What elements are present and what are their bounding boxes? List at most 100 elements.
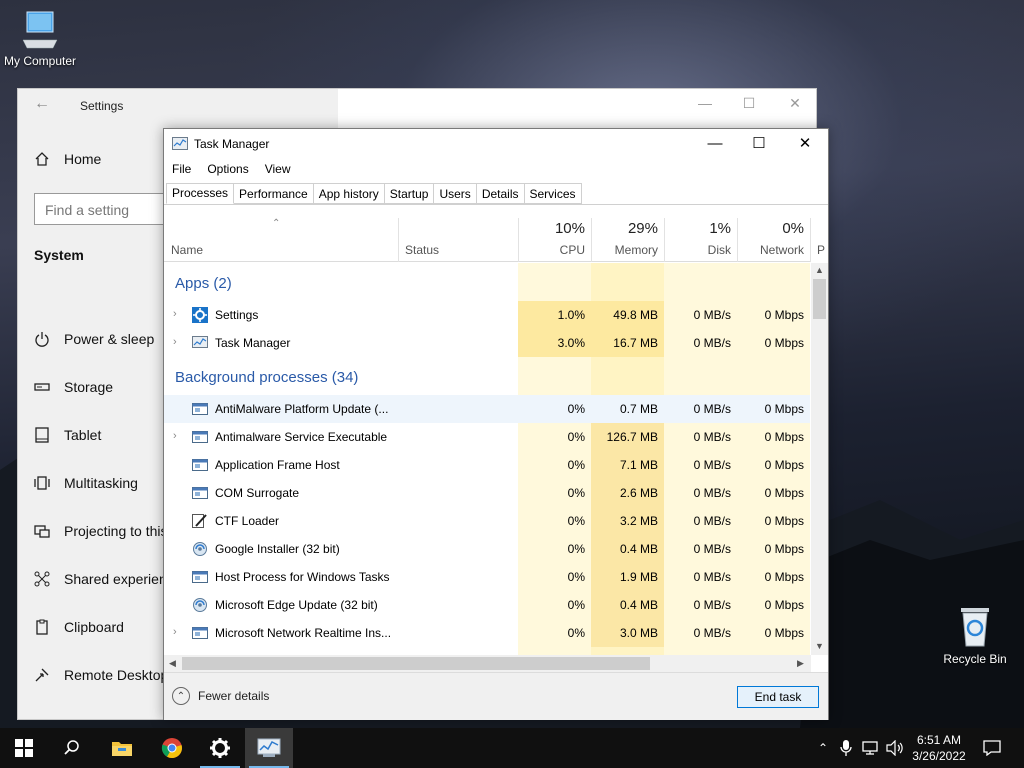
- chevron-right-icon[interactable]: ›: [173, 626, 177, 638]
- close-button[interactable]: ✕: [782, 133, 828, 155]
- shared-icon: [34, 571, 50, 587]
- minimize-button[interactable]: —: [690, 95, 720, 111]
- settings-home-link[interactable]: Home: [34, 151, 101, 167]
- process-disk: 0 MB/s: [693, 402, 731, 416]
- tab-users[interactable]: Users: [434, 183, 477, 204]
- tab-services[interactable]: Services: [524, 183, 582, 204]
- settings-menu-projecting[interactable]: Projecting to this PC: [34, 507, 174, 555]
- vertical-scroll-thumb[interactable]: [813, 279, 826, 319]
- settings-gear-icon: [192, 307, 208, 323]
- taskbar-settings[interactable]: [196, 728, 244, 768]
- process-name: Application Frame Host: [215, 458, 340, 472]
- microphone-tray-button[interactable]: [836, 728, 856, 768]
- process-name: Google Installer (32 bit): [215, 542, 340, 556]
- process-cpu: 0%: [567, 542, 585, 556]
- process-row[interactable]: COM Surrogate 0% 2.6 MB 0 MB/s 0 Mbps: [164, 479, 810, 507]
- settings-section-title: System: [34, 247, 84, 263]
- process-network: 0 Mbps: [764, 458, 804, 472]
- taskbar-clock[interactable]: 6:51 AM 3/26/2022: [905, 732, 973, 764]
- show-hidden-icons-button[interactable]: ⌃: [812, 728, 834, 768]
- tab-app-history[interactable]: App history: [313, 183, 385, 204]
- scroll-up-icon[interactable]: ▲: [815, 265, 824, 275]
- process-row[interactable]: › Antimalware Service Executable 0% 126.7 M…: [164, 423, 810, 451]
- end-task-button[interactable]: End task: [737, 686, 819, 708]
- horizontal-scrollbar[interactable]: ◀ ▶: [164, 655, 811, 672]
- start-button[interactable]: [0, 728, 48, 768]
- process-memory: 126.7 MB: [606, 430, 658, 444]
- chevron-right-icon[interactable]: ›: [173, 308, 177, 320]
- scroll-right-icon[interactable]: ▶: [797, 658, 804, 669]
- menu-options[interactable]: Options: [199, 160, 256, 180]
- fewer-details-label: Fewer details: [198, 689, 270, 703]
- process-row[interactable]: › Settings 1.0% 49.8 MB 0 MB/s 0 Mbps: [164, 301, 810, 329]
- process-row[interactable]: Microsoft Edge Update (32 bit) 0% 0.4 MB 0 …: [164, 591, 810, 619]
- process-name: Microsoft Edge Update (32 bit): [215, 598, 378, 612]
- process-row[interactable]: AntiMalware Platform Update (... 0% 0.7 MB…: [164, 395, 810, 423]
- network-tray-button[interactable]: [860, 728, 882, 768]
- taskbar-chrome[interactable]: [148, 728, 196, 768]
- taskbar-task-manager[interactable]: [245, 728, 293, 768]
- column-status[interactable]: Status: [398, 218, 518, 262]
- process-row[interactable]: Google Installer (32 bit) 0% 0.4 MB 0 MB/s 0…: [164, 535, 810, 563]
- settings-menu-storage[interactable]: Storage: [34, 363, 174, 411]
- scroll-down-icon[interactable]: ▼: [815, 641, 824, 651]
- process-cpu: 0%: [567, 514, 585, 528]
- column-disk[interactable]: 1% Disk: [664, 218, 737, 262]
- process-row[interactable]: CTF Loader 0% 3.2 MB 0 MB/s 0 Mbps: [164, 507, 810, 535]
- minimize-button[interactable]: —: [692, 133, 738, 155]
- taskbar-search-button[interactable]: [48, 728, 96, 768]
- process-row[interactable]: Host Process for Windows Tasks 0% 1.9 MB 0 …: [164, 563, 810, 591]
- settings-menu-clipboard[interactable]: Clipboard: [34, 603, 174, 651]
- process-disk: 0 MB/s: [693, 486, 731, 500]
- settings-menu-shared-experiences[interactable]: Shared experiences: [34, 555, 174, 603]
- menu-file[interactable]: File: [164, 160, 199, 180]
- process-row[interactable]: › Task Manager 3.0% 16.7 MB 0 MB/s 0 Mbps: [164, 329, 810, 357]
- settings-menu-power-sleep[interactable]: Power & sleep: [34, 315, 174, 363]
- storage-icon: [34, 379, 50, 395]
- settings-menu-multitasking[interactable]: Multitasking: [34, 459, 174, 507]
- chevron-right-icon[interactable]: ›: [173, 430, 177, 442]
- column-cpu[interactable]: 10% CPU: [518, 218, 591, 262]
- action-center-button[interactable]: [980, 728, 1004, 768]
- home-label: Home: [64, 151, 102, 167]
- process-cpu: 0%: [567, 486, 585, 500]
- maximize-button[interactable]: ☐: [736, 133, 782, 155]
- tab-details[interactable]: Details: [476, 183, 525, 204]
- maximize-button[interactable]: ☐: [734, 95, 764, 112]
- taskbar-file-explorer[interactable]: [98, 728, 146, 768]
- settings-titlebar[interactable]: ← Settings — ☐ ✕: [18, 89, 816, 121]
- column-name[interactable]: Name: [164, 218, 398, 262]
- process-memory: 3.2 MB: [619, 514, 658, 528]
- menu-label: Projecting to this PC: [64, 523, 174, 539]
- window-icon: [192, 625, 208, 641]
- fewer-details-button[interactable]: ⌃ Fewer details: [172, 687, 269, 705]
- scroll-left-icon[interactable]: ◀: [169, 658, 176, 669]
- process-network: 0 Mbps: [764, 570, 804, 584]
- menu-label: Multitasking: [64, 475, 138, 491]
- process-memory: 3.0 MB: [619, 626, 658, 640]
- tab-startup[interactable]: Startup: [384, 183, 435, 204]
- process-row[interactable]: › Microsoft Network Realtime Ins... 0% 3.0 …: [164, 619, 810, 647]
- computer-icon: [22, 11, 58, 49]
- menu-view[interactable]: View: [257, 160, 299, 180]
- process-cpu: 0%: [567, 430, 585, 444]
- desktop-icon-my-computer[interactable]: My Computer: [0, 10, 80, 68]
- vertical-scrollbar[interactable]: ▲ ▼: [811, 263, 828, 655]
- chevron-right-icon[interactable]: ›: [173, 336, 177, 348]
- desktop-icon-recycle-bin[interactable]: Recycle Bin: [935, 604, 1015, 666]
- process-row[interactable]: Application Frame Host 0% 7.1 MB 0 MB/s 0 Mb…: [164, 451, 810, 479]
- column-power-truncated[interactable]: P: [812, 218, 830, 262]
- task-manager-titlebar[interactable]: Task Manager — ☐ ✕: [164, 129, 828, 159]
- column-network[interactable]: 0% Network: [737, 218, 810, 262]
- settings-menu-tablet[interactable]: Tablet: [34, 411, 174, 459]
- close-button[interactable]: ✕: [780, 95, 810, 112]
- find-setting-input[interactable]: Find a setting: [34, 193, 174, 225]
- back-arrow-icon[interactable]: ←: [34, 95, 50, 113]
- column-memory[interactable]: 29% Memory: [591, 218, 664, 262]
- tab-processes[interactable]: Processes: [166, 183, 235, 204]
- horizontal-scroll-thumb[interactable]: [182, 657, 650, 670]
- tab-performance[interactable]: Performance: [234, 183, 314, 204]
- group-apps: Apps (2): [175, 275, 232, 292]
- settings-menu-remote-desktop[interactable]: Remote Desktop: [34, 651, 174, 699]
- volume-tray-button[interactable]: [884, 728, 906, 768]
